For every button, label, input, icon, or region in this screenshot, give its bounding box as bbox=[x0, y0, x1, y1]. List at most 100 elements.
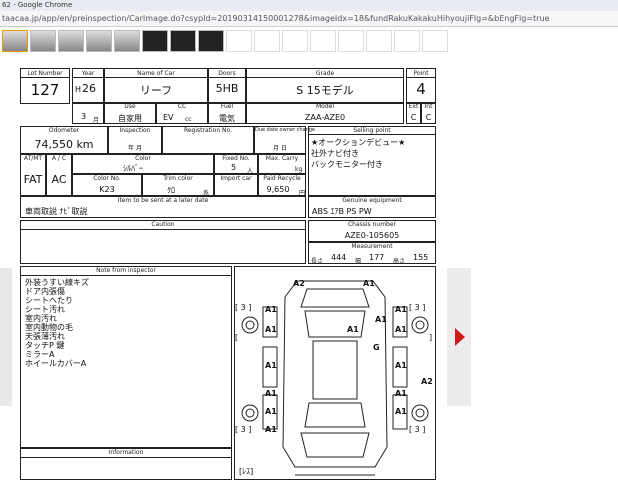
height: 155 bbox=[413, 253, 429, 262]
inspector-note: シート汚れ bbox=[25, 305, 65, 314]
point: 4 bbox=[416, 80, 426, 98]
doors-cell: Doors 5HB bbox=[208, 68, 246, 104]
ac-cell: A / C AC bbox=[46, 154, 72, 196]
thumbnail-11[interactable] bbox=[282, 30, 308, 52]
car-name: リーフ bbox=[139, 84, 173, 97]
inspector-note: ミラーA bbox=[25, 350, 55, 359]
car-name-cell: Name of Car リーフ bbox=[104, 68, 208, 104]
address-bar[interactable]: taacaa.jp/app/en/preinspection/CarImage.… bbox=[0, 11, 618, 27]
chassis-cell: Chassis number AZE0-105605 bbox=[308, 220, 436, 242]
thumbnail-8[interactable] bbox=[198, 30, 224, 52]
genuine-equipment: ABS ｴｱB PS PW bbox=[312, 207, 372, 216]
caution-cell: Caution bbox=[20, 220, 306, 264]
month: 3 bbox=[81, 112, 87, 121]
window-title: 62 - Google Chrome bbox=[0, 0, 618, 11]
reverse-label: [ﾚｽ] bbox=[239, 467, 254, 476]
fuel: 電気 bbox=[219, 114, 235, 123]
model-code: ZAA-AZE0 bbox=[304, 113, 346, 122]
ac: AC bbox=[51, 173, 67, 186]
due-date-cell: Due date owner change 月 日 bbox=[254, 126, 315, 154]
damage-mark: A1 bbox=[265, 425, 277, 434]
fixed-no-cell: Fixed No. 5 人 bbox=[214, 154, 258, 175]
bracket-label: [ 3 ] bbox=[235, 425, 252, 434]
doors: 5HB bbox=[215, 82, 239, 95]
thumbnail-strip bbox=[0, 28, 618, 54]
paid-recycle: 9,650 bbox=[266, 185, 290, 194]
damage-mark: A1 bbox=[265, 325, 277, 334]
damage-mark: A2 bbox=[421, 377, 433, 386]
damage-mark: A1 bbox=[347, 325, 359, 334]
odometer: 74,550 km bbox=[34, 138, 94, 151]
thumbnail-7[interactable] bbox=[170, 30, 196, 52]
thumbnail-3[interactable] bbox=[58, 30, 84, 52]
chassis-number: AZE0-105605 bbox=[344, 231, 400, 240]
model-year: 26 bbox=[82, 82, 96, 95]
trim-color: ｸﾛ bbox=[167, 186, 175, 195]
genuine-equipment-cell: Genuine equipment ABS ｴｱB PS PW bbox=[308, 196, 436, 218]
width: 177 bbox=[369, 253, 385, 262]
inspector-note: ホイールカバーA bbox=[25, 359, 87, 368]
damage-mark: A1 bbox=[375, 315, 387, 324]
bracket-label: [ 3 ] bbox=[409, 303, 426, 312]
cc-cell: CC EV cc bbox=[156, 102, 208, 124]
inspection-cell: Inspection 年 月 bbox=[108, 126, 162, 154]
seats: 5 bbox=[231, 163, 237, 172]
thumbnail-12[interactable] bbox=[310, 30, 336, 52]
int-cell: Int C bbox=[421, 102, 436, 124]
fuel-cell: Fuel 電気 bbox=[208, 102, 246, 124]
damage-mark: A2 bbox=[293, 279, 305, 288]
damage-mark: A1 bbox=[265, 389, 277, 398]
bracket-left: [ bbox=[235, 333, 239, 342]
prev-image-button[interactable] bbox=[0, 268, 12, 406]
selling-point-1: ★オークションデビュー★ bbox=[311, 138, 406, 147]
bracket-right: ] bbox=[429, 333, 433, 342]
next-image-button[interactable] bbox=[447, 268, 471, 406]
era-mark: H bbox=[75, 85, 82, 94]
selling-point-cell: Selling point ★オークションデビュー★ 社外ナビ付き バックモニタ… bbox=[308, 126, 436, 196]
thumbnail-4[interactable] bbox=[86, 30, 112, 52]
inspector-note: ドア内張傷 bbox=[25, 287, 65, 296]
point-cell: Point 4 bbox=[406, 68, 436, 104]
use-cell: Use 自家用 bbox=[104, 102, 156, 124]
car-outline-diagram bbox=[241, 280, 429, 476]
inspector-note: 室内汚れ bbox=[25, 314, 57, 323]
odometer-cell: Odometer 74,550 km bbox=[20, 126, 108, 154]
bracket-label: [ 3 ] bbox=[409, 425, 426, 434]
inspector-note: 天張薄汚れ bbox=[25, 332, 65, 341]
selling-point-2: 社外ナビ付き bbox=[311, 149, 359, 158]
thumbnail-9[interactable] bbox=[226, 30, 252, 52]
paid-recycle-cell: Paid Recycle 9,650 円 bbox=[258, 174, 306, 197]
inspector-note: シートへたり bbox=[25, 296, 73, 305]
damage-mark: A1 bbox=[363, 279, 375, 288]
grade: S 15モデル bbox=[296, 84, 354, 97]
ext-cell: Ext C bbox=[406, 102, 421, 124]
thumbnail-14[interactable] bbox=[366, 30, 392, 52]
lot-number: 127 bbox=[30, 81, 60, 99]
month-cell: 3 月 bbox=[72, 102, 104, 124]
max-carry-cell: Max. Carry kg bbox=[258, 154, 306, 174]
thumbnail-16[interactable] bbox=[422, 30, 448, 52]
bracket-label: [ 3 ] bbox=[235, 303, 252, 312]
damage-mark: A1 bbox=[395, 325, 407, 334]
damage-mark: A1 bbox=[265, 407, 277, 416]
thumbnail-6[interactable] bbox=[142, 30, 168, 52]
thumbnail-5[interactable] bbox=[114, 30, 140, 52]
transmission: FAT bbox=[23, 173, 43, 186]
cc: EV bbox=[163, 113, 174, 122]
transmission-cell: AT/MT FAT bbox=[20, 154, 46, 196]
grade-cell: Grade S 15モデル bbox=[246, 68, 404, 104]
ext-score: C bbox=[410, 113, 417, 122]
thumbnail-1[interactable] bbox=[2, 30, 28, 52]
trim-color-cell: Trim color ｸﾛ 系 bbox=[142, 174, 214, 197]
thumbnail-10[interactable] bbox=[254, 30, 280, 52]
registration-cell: Registration No. bbox=[162, 126, 254, 154]
model-cell: Model ZAA-AZE0 bbox=[246, 102, 404, 124]
thumbnail-2[interactable] bbox=[30, 30, 56, 52]
thumbnail-15[interactable] bbox=[394, 30, 420, 52]
damage-mark: A1 bbox=[265, 305, 277, 314]
measurement-cell: Measurement 長さ 444 幅 177 高さ 155 bbox=[308, 242, 436, 265]
color: ｼﾙﾊﾞｰ bbox=[123, 164, 143, 173]
length: 444 bbox=[331, 253, 347, 262]
thumbnail-13[interactable] bbox=[338, 30, 364, 52]
damage-mark: A1 bbox=[395, 389, 407, 398]
